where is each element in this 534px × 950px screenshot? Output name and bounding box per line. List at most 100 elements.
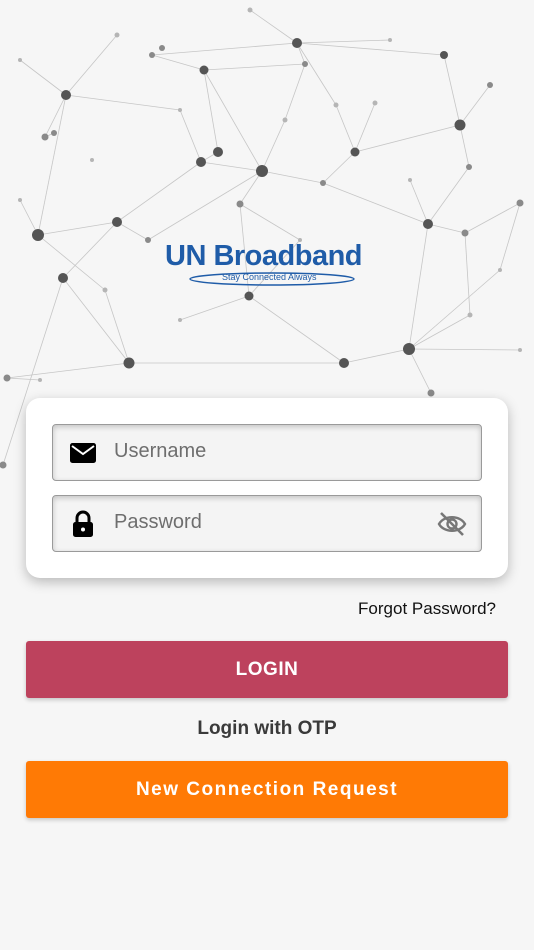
network-node	[112, 217, 122, 227]
network-link	[65, 94, 181, 111]
network-node	[213, 147, 223, 157]
envelope-icon	[70, 443, 96, 463]
network-link	[62, 221, 118, 279]
network-link	[116, 161, 202, 223]
network-node	[516, 199, 524, 207]
network-node	[236, 200, 244, 208]
network-node	[467, 312, 473, 318]
network-link	[322, 182, 429, 225]
network-link	[284, 63, 306, 121]
network-link	[200, 161, 263, 172]
network-node	[51, 130, 57, 136]
network-node	[244, 291, 254, 301]
network-link	[151, 54, 205, 71]
username-placeholder: Username	[114, 440, 207, 462]
network-link	[343, 348, 410, 364]
network-node	[145, 237, 151, 243]
forgot-password-link[interactable]: Forgot Password?	[358, 599, 496, 619]
network-node	[372, 100, 378, 106]
network-node	[196, 157, 206, 167]
network-node	[339, 358, 349, 368]
login-button[interactable]: LOGIN	[26, 641, 508, 698]
network-link	[459, 124, 470, 168]
network-node	[498, 268, 502, 272]
network-node	[320, 180, 326, 186]
network-link	[464, 232, 471, 316]
network-link	[296, 42, 445, 56]
network-link	[116, 221, 149, 241]
network-link	[239, 203, 301, 241]
network-node	[41, 133, 49, 141]
network-node	[18, 58, 22, 62]
network-link	[408, 314, 471, 350]
network-node	[302, 61, 308, 67]
network-link	[37, 94, 67, 236]
network-link	[248, 295, 345, 364]
network-link	[335, 104, 356, 153]
username-field[interactable]: Username	[52, 424, 482, 481]
network-link	[19, 59, 67, 96]
network-link	[322, 151, 356, 184]
network-link	[408, 269, 501, 350]
login-with-otp-link[interactable]: Login with OTP	[0, 718, 534, 740]
network-node	[487, 82, 493, 88]
network-node	[199, 65, 209, 75]
network-node	[461, 229, 469, 237]
network-node	[256, 165, 268, 177]
network-link	[203, 63, 306, 71]
network-link	[6, 377, 41, 381]
network-link	[443, 54, 461, 126]
network-link	[37, 221, 118, 236]
network-link	[464, 202, 521, 234]
password-field[interactable]: Password	[52, 495, 482, 552]
network-node	[333, 102, 339, 108]
network-link	[104, 289, 130, 364]
brand-logo: UN Broadband Stay Connected Always	[165, 240, 375, 290]
network-node	[18, 198, 22, 202]
network-link	[427, 223, 466, 234]
network-node	[518, 348, 522, 352]
network-node	[350, 147, 360, 157]
network-node	[32, 229, 44, 241]
brand-tagline: Stay Connected Always	[222, 272, 317, 282]
network-link	[408, 348, 521, 351]
network-node	[149, 52, 155, 58]
network-node	[178, 318, 182, 322]
network-node	[440, 51, 448, 59]
brand-name: UN Broadband	[165, 240, 363, 272]
network-node	[408, 178, 412, 182]
network-link	[354, 124, 461, 153]
new-connection-request-button[interactable]: New Connection Request	[26, 761, 508, 818]
network-node	[159, 45, 165, 51]
network-node	[427, 389, 435, 397]
network-link	[427, 166, 470, 225]
network-node	[423, 219, 433, 229]
network-node	[114, 32, 120, 38]
lock-icon	[73, 510, 93, 537]
network-node	[178, 108, 182, 112]
network-link	[261, 119, 286, 172]
network-link	[62, 277, 130, 364]
network-node	[58, 273, 68, 283]
network-link	[65, 34, 118, 96]
eye-off-icon[interactable]	[437, 510, 467, 538]
network-node	[102, 287, 108, 293]
network-link	[151, 42, 298, 56]
network-link	[459, 84, 491, 126]
network-node	[247, 7, 253, 13]
network-node	[123, 357, 135, 369]
network-node	[38, 378, 42, 382]
network-link	[179, 295, 250, 321]
network-link	[147, 170, 263, 241]
network-node	[454, 119, 466, 131]
network-link	[499, 202, 521, 271]
network-link	[37, 234, 106, 291]
network-link	[261, 170, 324, 184]
network-node	[90, 158, 94, 162]
network-link	[409, 179, 429, 225]
network-link	[249, 9, 298, 44]
network-link	[179, 109, 202, 163]
network-node	[3, 374, 11, 382]
network-node	[0, 461, 7, 469]
login-card: Username Password	[26, 398, 508, 578]
